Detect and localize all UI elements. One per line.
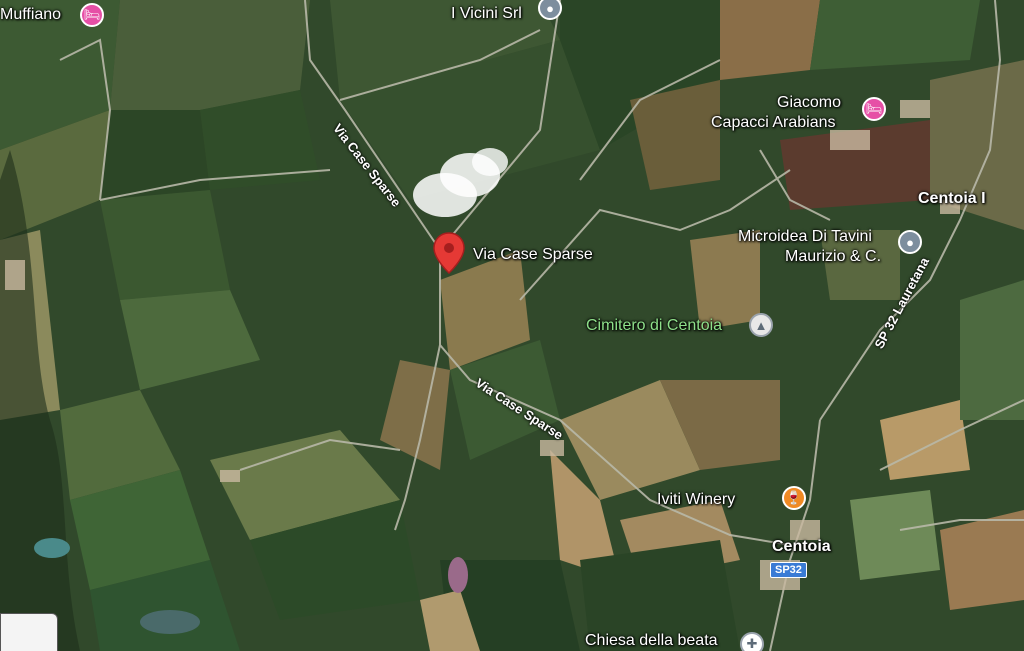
satellite-map[interactable]: Via Case Sparse Via Case Sparse SP 32 La… (0, 0, 1024, 651)
place-label-cimitero[interactable]: Cimitero di Centoia (586, 316, 722, 335)
hotel-icon[interactable]: 🛏 (862, 97, 886, 121)
cloud-overlay (413, 148, 508, 217)
place-label-centoia[interactable]: Centoia (772, 537, 831, 556)
place-label-giacomo[interactable]: Giacomo (777, 93, 841, 112)
location-icon[interactable]: ● (898, 230, 922, 254)
red-pin-icon[interactable] (432, 231, 466, 275)
route-shield-sp32: SP32 (770, 562, 807, 578)
map-type-toggle[interactable] (0, 613, 58, 651)
hotel-icon[interactable]: 🛏 (80, 3, 104, 27)
place-label-i-vicini-srl[interactable]: I Vicini Srl (451, 4, 522, 23)
place-label-chiesa[interactable]: Chiesa della beata (585, 631, 718, 650)
place-label-centoia-i[interactable]: Centoia I (918, 189, 986, 208)
wine-glass-icon[interactable]: 🍷 (782, 486, 806, 510)
place-label-maurizio[interactable]: Maurizio & C. (785, 247, 881, 266)
place-label-capacci-arabians[interactable]: Capacci Arabians (711, 113, 836, 132)
cemetery-icon[interactable]: ▲ (749, 313, 773, 337)
place-label-iviti-winery[interactable]: Iviti Winery (657, 490, 735, 509)
place-label-muffiano[interactable]: Muffiano (0, 5, 61, 24)
church-icon[interactable]: ✚ (740, 632, 764, 651)
place-label-microidea[interactable]: Microidea Di Tavini (738, 227, 872, 246)
place-label-via-case-sparse[interactable]: Via Case Sparse (473, 245, 593, 264)
